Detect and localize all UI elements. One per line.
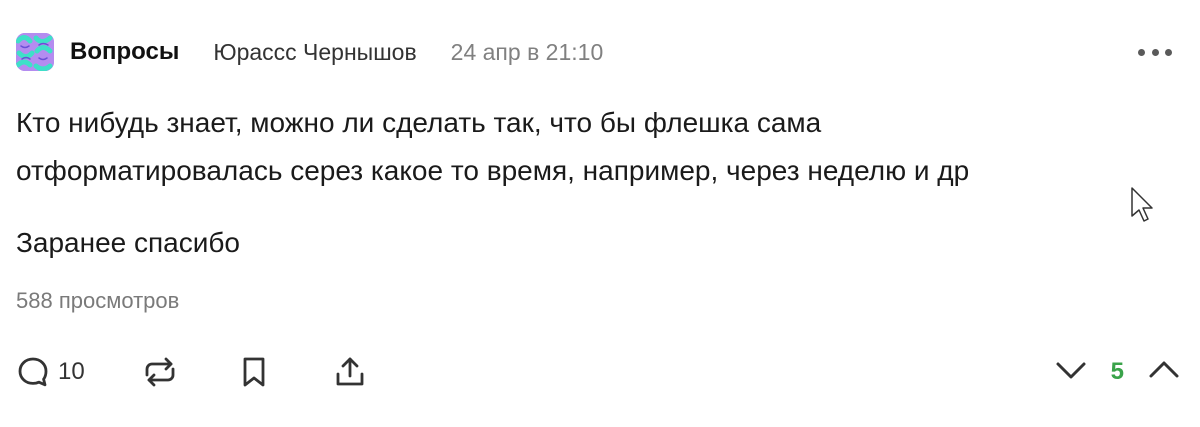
views-count: 588 просмотров xyxy=(16,288,180,313)
post-header: Вопросы Юрассс Чернышов 24 апр в 21:10 xyxy=(16,32,1172,72)
post-text-line: Кто нибудь знает, можно ли сделать так, … xyxy=(16,107,822,138)
post-time[interactable]: 24 апр в 21:10 xyxy=(451,39,604,66)
post-card: Вопросы Юрассс Чернышов 24 апр в 21:10 К… xyxy=(0,0,1200,427)
rating-controls: 5 xyxy=(1053,353,1182,392)
post-text-line: Заранее спасибо xyxy=(16,227,240,258)
vote-up-button[interactable] xyxy=(1146,353,1182,392)
bookmark-button[interactable] xyxy=(239,355,269,389)
bookmark-icon xyxy=(243,357,265,387)
repost-icon xyxy=(145,357,175,387)
share-button[interactable] xyxy=(333,355,367,389)
author-name[interactable]: Юрассс Чернышов xyxy=(213,39,416,66)
community-avatar[interactable] xyxy=(16,33,54,71)
dot xyxy=(1165,48,1172,56)
repost-button[interactable] xyxy=(141,355,179,389)
post-text-line: отформатировалась серез какое то время, … xyxy=(16,155,970,186)
chevron-down-icon xyxy=(1056,362,1086,378)
dot xyxy=(1151,48,1159,56)
mouse-cursor-icon xyxy=(1130,186,1156,229)
post-text: Кто нибудь знает, можно ли сделать так, … xyxy=(16,99,1136,267)
more-dots-icon[interactable] xyxy=(1138,37,1172,67)
post-actions: 10 5 xyxy=(16,350,1182,394)
comments-count: 10 xyxy=(58,358,85,385)
dot xyxy=(1138,48,1145,56)
avatar-pattern-icon xyxy=(16,33,54,71)
comment-bubble-icon xyxy=(18,357,48,387)
comments-button[interactable]: 10 xyxy=(16,355,85,389)
community-name[interactable]: Вопросы xyxy=(70,38,179,66)
vote-down-button[interactable] xyxy=(1053,353,1089,392)
rating-value: 5 xyxy=(1110,358,1124,385)
chevron-up-icon xyxy=(1149,361,1179,377)
share-icon xyxy=(336,357,364,386)
